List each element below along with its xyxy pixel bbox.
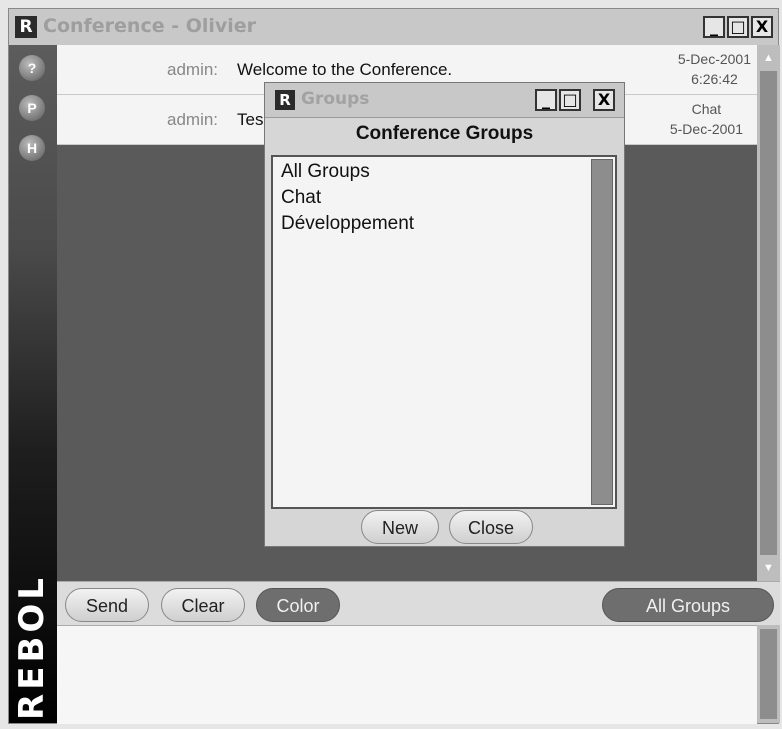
- home-button[interactable]: H: [19, 135, 45, 161]
- scroll-down-icon[interactable]: ▼: [757, 557, 780, 579]
- rebol-brand-logo: REBOL: [12, 574, 52, 720]
- dialog-title-bar[interactable]: R Groups _ □ X: [265, 83, 624, 118]
- close-button[interactable]: X: [751, 16, 773, 38]
- groups-list-scrollbar[interactable]: [591, 159, 613, 505]
- message-meta: 5-Dec-2001 6:26:42: [678, 49, 751, 89]
- group-item-all-groups[interactable]: All Groups: [281, 161, 370, 183]
- clear-button[interactable]: Clear: [161, 588, 245, 622]
- scroll-up-icon[interactable]: ▲: [757, 47, 780, 69]
- message-user: admin:: [167, 60, 219, 79]
- rebol-logo-icon: R: [15, 16, 37, 38]
- scrollbar-thumb[interactable]: [760, 71, 777, 555]
- dialog-heading: Conference Groups: [355, 123, 534, 144]
- message-scrollbar[interactable]: ▲ ▼: [757, 45, 780, 581]
- rebol-logo-icon: R: [275, 90, 295, 110]
- message-date: 5-Dec-2001: [677, 51, 751, 67]
- input-scrollbar[interactable]: [757, 625, 780, 723]
- preferences-button[interactable]: P: [19, 95, 45, 121]
- rebol-sidebar: ? P H REBOL: [9, 45, 57, 723]
- title-bar[interactable]: R Conference - Olivier _ □ X: [9, 9, 778, 46]
- new-group-button[interactable]: New: [361, 510, 439, 544]
- group-item-developpement[interactable]: Développement: [281, 213, 414, 235]
- send-button[interactable]: Send: [65, 588, 149, 622]
- groups-list[interactable]: All Groups Chat Développement: [271, 155, 617, 509]
- dialog-close-button[interactable]: X: [593, 89, 615, 111]
- groups-dialog: R Groups _ □ X Conference Groups All Gro…: [264, 82, 625, 547]
- message-date: 5-Dec-2001: [669, 121, 743, 137]
- button-bar: Send Clear Color All Groups: [57, 581, 780, 626]
- dialog-title: Groups: [301, 89, 370, 109]
- message-text: Tes: [237, 110, 264, 129]
- message-text: Welcome to the Conference.: [237, 60, 453, 79]
- help-button[interactable]: ?: [19, 55, 45, 81]
- close-dialog-button[interactable]: Close: [449, 510, 533, 544]
- group-selector-button[interactable]: All Groups: [602, 588, 774, 622]
- dialog-minimize-button[interactable]: _: [535, 89, 557, 111]
- window-title: Conference - Olivier: [43, 15, 257, 37]
- maximize-button[interactable]: □: [727, 16, 749, 38]
- color-button[interactable]: Color: [256, 588, 340, 622]
- minimize-button[interactable]: _: [703, 16, 725, 38]
- group-item-chat[interactable]: Chat: [281, 187, 321, 209]
- scrollbar-thumb[interactable]: [760, 629, 777, 719]
- message-user: admin:: [167, 110, 219, 129]
- dialog-maximize-button[interactable]: □: [559, 89, 581, 111]
- message-time: 6:26:42: [691, 71, 738, 87]
- message-group: Chat: [691, 101, 722, 117]
- message-input[interactable]: [57, 625, 757, 724]
- message-meta: Chat 5-Dec-2001: [670, 99, 743, 139]
